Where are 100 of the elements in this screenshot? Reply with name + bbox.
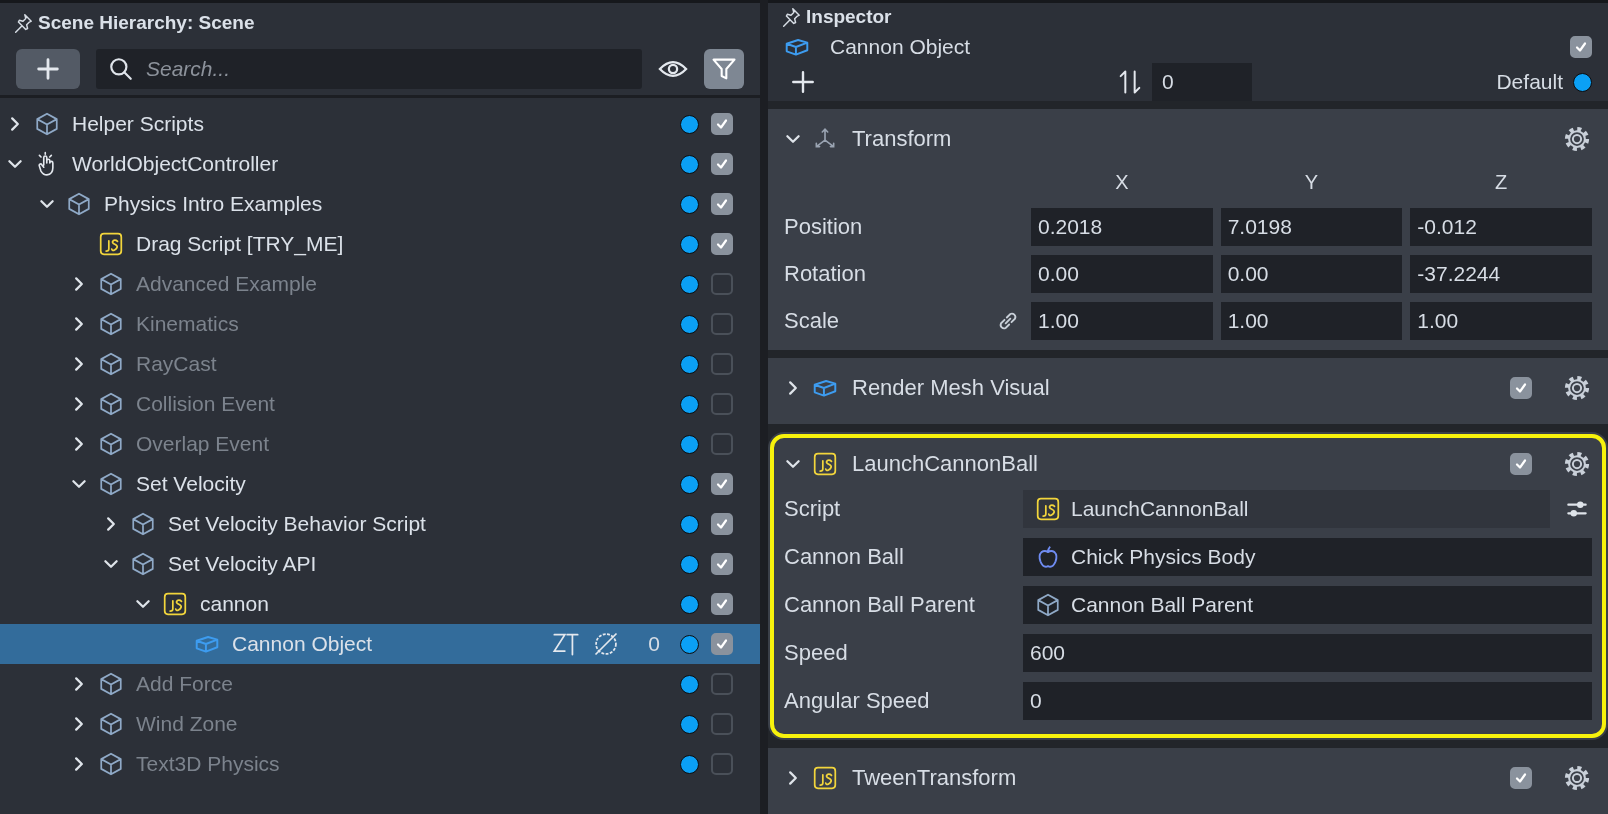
number-field[interactable]: 1.00 bbox=[1410, 302, 1592, 340]
number-field[interactable]: 0.2018 bbox=[1031, 208, 1213, 246]
settings-icon[interactable] bbox=[1562, 124, 1592, 154]
tree-item-label: Kinematics bbox=[136, 312, 240, 336]
plus-icon bbox=[34, 55, 62, 83]
add-icon[interactable] bbox=[790, 69, 816, 95]
tree-item[interactable]: cannon bbox=[0, 584, 760, 624]
tree-item-label: Physics Intro Examples bbox=[104, 192, 324, 216]
checkbox[interactable] bbox=[1510, 453, 1532, 475]
property-label: Rotation bbox=[784, 261, 867, 287]
checkbox[interactable] bbox=[711, 513, 733, 535]
tree-item-label: Set Velocity API bbox=[168, 552, 318, 576]
panel-title: Inspector bbox=[806, 5, 892, 28]
checkbox[interactable] bbox=[711, 113, 733, 135]
checkbox[interactable] bbox=[1510, 767, 1532, 789]
cube-icon bbox=[34, 111, 60, 137]
component-title: Transform bbox=[852, 126, 953, 152]
script-file-icon bbox=[812, 765, 838, 791]
checkbox[interactable] bbox=[711, 473, 733, 495]
tree-item-label: Text3D Physics bbox=[136, 752, 281, 776]
checkbox[interactable] bbox=[711, 433, 733, 455]
number-field[interactable]: 0 bbox=[1023, 682, 1592, 720]
number-field[interactable]: -37.2244 bbox=[1410, 255, 1592, 293]
number-field[interactable]: 600 bbox=[1023, 634, 1592, 672]
status-dot bbox=[680, 554, 699, 574]
tree-item[interactable]: Helper Scripts bbox=[0, 104, 760, 144]
checkbox[interactable] bbox=[711, 753, 733, 775]
tree-item[interactable]: WorldObjectController bbox=[0, 144, 760, 184]
cube-icon bbox=[130, 511, 156, 537]
component-title: Render Mesh Visual bbox=[852, 375, 1051, 401]
object-reference-field[interactable]: Chick Physics Body bbox=[1023, 538, 1592, 576]
cube-icon bbox=[98, 671, 124, 697]
cube-icon bbox=[1035, 592, 1061, 618]
tree-item[interactable]: Set Velocity bbox=[0, 464, 760, 504]
pin-icon[interactable] bbox=[12, 12, 34, 34]
checkbox[interactable] bbox=[1570, 35, 1592, 58]
tree-item-label: Set Velocity Behavior Script bbox=[168, 512, 427, 536]
checkbox[interactable] bbox=[711, 313, 733, 335]
search-icon bbox=[108, 56, 134, 82]
property-label: Cannon Ball Parent bbox=[784, 592, 976, 618]
settings-icon[interactable] bbox=[1562, 373, 1592, 403]
layer-dot[interactable] bbox=[1573, 72, 1592, 92]
status-dot bbox=[680, 394, 699, 414]
checkbox[interactable] bbox=[711, 353, 733, 375]
tree-item[interactable]: Physics Intro Examples bbox=[0, 184, 760, 224]
search-field[interactable]: Search... bbox=[96, 49, 642, 89]
script-file-icon bbox=[162, 591, 188, 617]
script-file-icon bbox=[1035, 496, 1061, 522]
tree-item-label: Advanced Example bbox=[136, 272, 318, 296]
checkbox[interactable] bbox=[711, 233, 733, 255]
object-reference-field[interactable]: Cannon Ball Parent bbox=[1023, 586, 1592, 624]
axis-label: X bbox=[1114, 170, 1130, 194]
status-dot bbox=[680, 754, 699, 774]
script-file-icon bbox=[812, 451, 838, 477]
asset-field[interactable]: LaunchCannonBall bbox=[1023, 490, 1550, 528]
checkbox[interactable] bbox=[711, 553, 733, 575]
checkbox[interactable] bbox=[711, 593, 733, 615]
status-dot bbox=[680, 154, 699, 174]
checkbox[interactable] bbox=[1510, 377, 1532, 399]
checkbox[interactable] bbox=[711, 393, 733, 415]
checkbox[interactable] bbox=[711, 193, 733, 215]
checkbox[interactable] bbox=[711, 713, 733, 735]
tree-item[interactable]: Drag Script [TRY_ME] bbox=[0, 224, 760, 264]
checkbox[interactable] bbox=[711, 673, 733, 695]
status-dot bbox=[680, 114, 699, 134]
number-field[interactable]: -0.012 bbox=[1410, 208, 1592, 246]
status-dot bbox=[680, 234, 699, 254]
tree-item[interactable]: Set Velocity Behavior Script bbox=[0, 504, 760, 544]
tree-item-label: Drag Script [TRY_ME] bbox=[136, 232, 345, 256]
property-label: Angular Speed bbox=[784, 688, 931, 714]
number-field[interactable]: 0.00 bbox=[1220, 255, 1403, 293]
settings-icon[interactable] bbox=[1562, 449, 1592, 479]
cube-icon bbox=[98, 471, 124, 497]
number-field[interactable]: 1.00 bbox=[1220, 302, 1403, 340]
property-label: Position bbox=[784, 214, 864, 240]
settings-icon[interactable] bbox=[1562, 763, 1592, 793]
component-title: LaunchCannonBall bbox=[852, 451, 1039, 477]
cube-icon bbox=[98, 391, 124, 417]
layer-order-field[interactable]: 0 bbox=[1152, 63, 1252, 101]
tree-item[interactable]: Cannon Object 0 bbox=[0, 624, 760, 664]
tree-item-label: Helper Scripts bbox=[72, 112, 205, 136]
tree-item[interactable]: Set Velocity API bbox=[0, 544, 760, 584]
cube-icon bbox=[98, 271, 124, 297]
cube-icon bbox=[98, 431, 124, 457]
filter-button[interactable] bbox=[704, 49, 744, 89]
status-dot bbox=[680, 714, 699, 734]
status-dot bbox=[680, 594, 699, 614]
number-field[interactable]: 0.00 bbox=[1031, 255, 1213, 293]
object-name: Cannon Object bbox=[830, 34, 972, 59]
checkbox[interactable] bbox=[711, 153, 733, 175]
tree-item-label: Wind Zone bbox=[136, 712, 239, 736]
number-field[interactable]: 1.00 bbox=[1031, 302, 1213, 340]
checkbox[interactable] bbox=[711, 273, 733, 295]
number-field[interactable]: 7.0198 bbox=[1220, 208, 1403, 246]
asset-name: LaunchCannonBall bbox=[1071, 497, 1249, 521]
reference-name: Cannon Ball Parent bbox=[1071, 593, 1254, 617]
cube-icon bbox=[98, 751, 124, 777]
checkbox[interactable] bbox=[711, 633, 733, 655]
pin-icon[interactable] bbox=[780, 5, 802, 28]
add-button[interactable] bbox=[16, 49, 80, 89]
